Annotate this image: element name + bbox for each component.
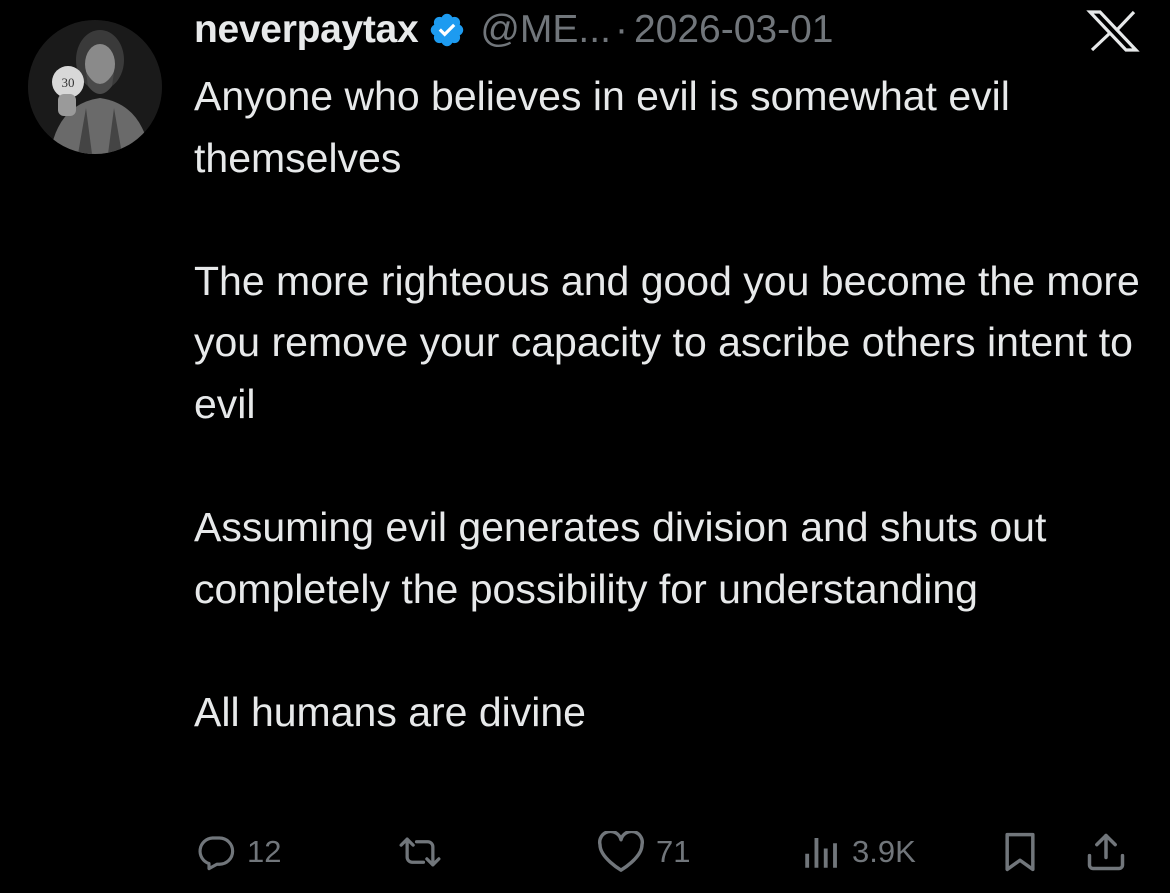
author-display-name[interactable]: neverpaytax [194,8,419,52]
reply-button[interactable]: 12 [195,826,281,878]
like-button[interactable]: 71 [596,826,690,878]
verified-badge-icon[interactable] [428,11,466,49]
tweet-header: neverpaytax @ME... · 2026-03-01 [194,4,833,56]
bookmark-button[interactable] [998,826,1042,878]
avatar-portrait: 30 [28,20,162,154]
views-count: 3.9K [852,834,916,869]
header-separator: · [614,8,628,51]
reply-icon [195,831,237,873]
x-logo-icon [1086,10,1140,52]
tweet-paragraph: Assuming evil generates division and shu… [194,504,1047,612]
tweet-paragraph: Anyone who believes in evil is somewhat … [194,73,1010,181]
views-button[interactable]: 3.9K [800,826,916,878]
tweet-paragraph: The more righteous and good you become t… [194,257,1140,427]
avatar-coin-text: 30 [62,75,75,90]
tweet-paragraph: All humans are divine [194,688,586,735]
tweet-body: Anyone who believes in evil is somewhat … [194,66,1144,744]
share-button[interactable] [1084,826,1128,878]
avatar[interactable]: 30 [28,20,162,154]
retweet-icon [396,831,444,873]
tweet-date[interactable]: 2026-03-01 [634,8,834,52]
author-handle[interactable]: @ME... [480,8,611,52]
like-count: 71 [656,834,691,869]
retweet-button[interactable] [396,826,454,878]
reply-count: 12 [247,834,282,869]
heart-icon [596,831,646,873]
tweet-action-bar: 12 71 3.9K [0,826,1170,878]
views-icon [800,831,842,873]
share-icon [1084,830,1128,874]
bookmark-icon [998,830,1042,874]
